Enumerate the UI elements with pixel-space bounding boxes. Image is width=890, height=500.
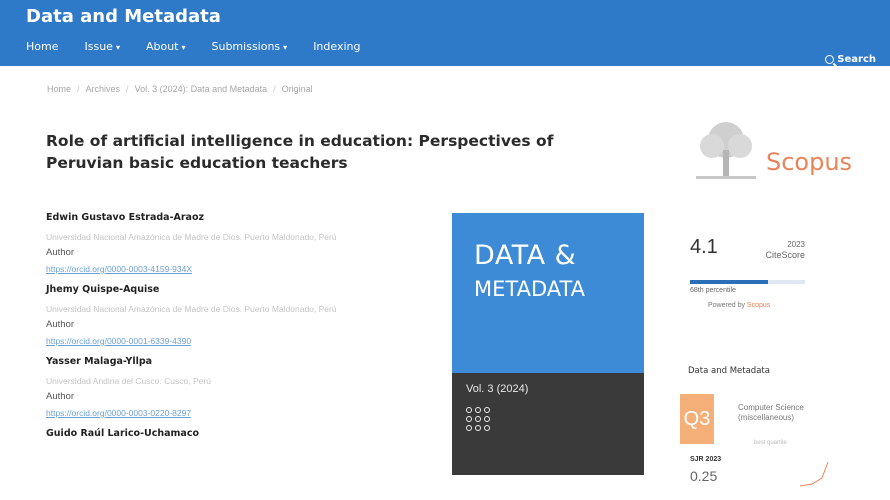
nav-about-label: About bbox=[145, 40, 179, 53]
site-header: Data and Metadata Home Issue ▾ About ▾ Sub… bbox=[0, 0, 890, 66]
chevron-down-icon: ▾ bbox=[181, 43, 186, 52]
powered-by: Powered by Scopus bbox=[708, 302, 770, 309]
breadcrumb-section: Original bbox=[281, 84, 313, 94]
nav-indexing[interactable]: Indexing bbox=[313, 40, 360, 53]
sjr-category: Computer Science (miscellaneous) bbox=[738, 403, 804, 422]
citescore-year: 2023 bbox=[787, 240, 805, 249]
search-label: Search bbox=[837, 54, 876, 65]
search-button[interactable]: Search bbox=[825, 54, 876, 65]
nav-issue[interactable]: Issue ▾ bbox=[84, 40, 119, 53]
author-role: Author bbox=[46, 319, 74, 330]
sjr-quartile-badge[interactable]: Q3 bbox=[680, 394, 714, 444]
sjr-value: 0.25 bbox=[690, 468, 718, 484]
sjr-best-quartile: best quartile bbox=[754, 440, 787, 446]
cover-title-line2: METADATA bbox=[474, 277, 586, 301]
breadcrumb-separator: / bbox=[273, 84, 276, 94]
sjr-trend-sparkline bbox=[800, 461, 829, 487]
citescore-percentile-bar bbox=[690, 280, 805, 284]
citescore-percentile: 68th percentile bbox=[690, 287, 736, 294]
cover-bottom-panel: Vol. 3 (2024) bbox=[452, 373, 644, 475]
author-entry: Jhemy Quispe-Aquise Universidad Nacional… bbox=[46, 284, 436, 346]
author-name: Edwin Gustavo Estrada-Araoz bbox=[46, 212, 205, 223]
author-role: Author bbox=[46, 391, 74, 402]
author-role: Author bbox=[46, 247, 74, 258]
breadcrumb-issue[interactable]: Vol. 3 (2024): Data and Metadata bbox=[135, 84, 268, 94]
breadcrumb-separator: / bbox=[77, 84, 80, 94]
nav-about[interactable]: About ▾ bbox=[146, 40, 186, 53]
scopus-tree-icon bbox=[690, 118, 762, 186]
nav-home[interactable]: Home bbox=[26, 40, 58, 53]
journal-cover[interactable]: DATA & METADATA Vol. 3 (2024) bbox=[452, 213, 644, 475]
author-entry: Yasser Malaga-Yllpa Universidad Andina d… bbox=[46, 356, 436, 418]
powered-by-brand: Scopus bbox=[746, 302, 771, 309]
journal-logo-icon bbox=[466, 407, 490, 431]
author-name: Guido Raúl Larico-Uchamaco bbox=[46, 428, 199, 439]
scopus-logo[interactable]: Scopus bbox=[690, 118, 868, 186]
cover-title-line1: DATA & bbox=[474, 240, 577, 271]
author-orcid-link[interactable]: https://orcid.org/0000-0003-0220-8297 bbox=[46, 408, 436, 418]
author-affiliation: Universidad Andina del Cusco. Cusco, Per… bbox=[46, 376, 211, 386]
breadcrumb-archives[interactable]: Archives bbox=[86, 84, 121, 94]
scopus-wordmark: Scopus bbox=[766, 148, 853, 176]
powered-by-prefix: Powered by bbox=[708, 302, 745, 309]
author-affiliation: Universidad Nacional Amazónica de Madre … bbox=[46, 232, 337, 242]
author-orcid-link[interactable]: https://orcid.org/0000-0003-4159-934X bbox=[46, 264, 436, 274]
author-name: Jhemy Quispe-Aquise bbox=[46, 284, 160, 295]
author-name: Yasser Malaga-Yllpa bbox=[46, 356, 153, 367]
search-icon bbox=[825, 55, 835, 64]
nav-submissions[interactable]: Submissions ▾ bbox=[212, 40, 288, 53]
author-list: Edwin Gustavo Estrada-Araoz Universidad … bbox=[46, 212, 436, 449]
cover-volume: Vol. 3 (2024) bbox=[466, 383, 529, 395]
nav-submissions-label: Submissions bbox=[211, 40, 281, 53]
site-title[interactable]: Data and Metadata bbox=[26, 6, 221, 27]
chevron-down-icon: ▾ bbox=[283, 43, 288, 52]
main-nav: Home Issue ▾ About ▾ Submissions ▾ Indexing bbox=[26, 40, 360, 53]
article-title: Role of artificial intelligence in educa… bbox=[46, 132, 554, 172]
author-entry: Edwin Gustavo Estrada-Araoz Universidad … bbox=[46, 212, 436, 274]
sjr-year-label: SJR 2023 bbox=[690, 456, 722, 463]
breadcrumb: Home / Archives / Vol. 3 (2024): Data an… bbox=[47, 84, 313, 94]
breadcrumb-home[interactable]: Home bbox=[47, 84, 71, 94]
nav-issue-label: Issue bbox=[84, 40, 113, 53]
citescore-widget[interactable]: 4.1 2023 CiteScore 68th percentile Power… bbox=[690, 236, 810, 309]
chevron-down-icon: ▾ bbox=[115, 43, 120, 52]
author-orcid-link[interactable]: https://orcid.org/0000-0001-6339-4390 bbox=[46, 336, 436, 346]
citescore-label: CiteScore bbox=[765, 250, 805, 260]
breadcrumb-separator: / bbox=[126, 84, 129, 94]
sjr-heading: Data and Metadata bbox=[688, 366, 770, 376]
author-entry: Guido Raúl Larico-Uchamaco bbox=[46, 428, 436, 439]
author-affiliation: Universidad Nacional Amazónica de Madre … bbox=[46, 304, 337, 314]
citescore-percentile-fill bbox=[690, 280, 769, 284]
